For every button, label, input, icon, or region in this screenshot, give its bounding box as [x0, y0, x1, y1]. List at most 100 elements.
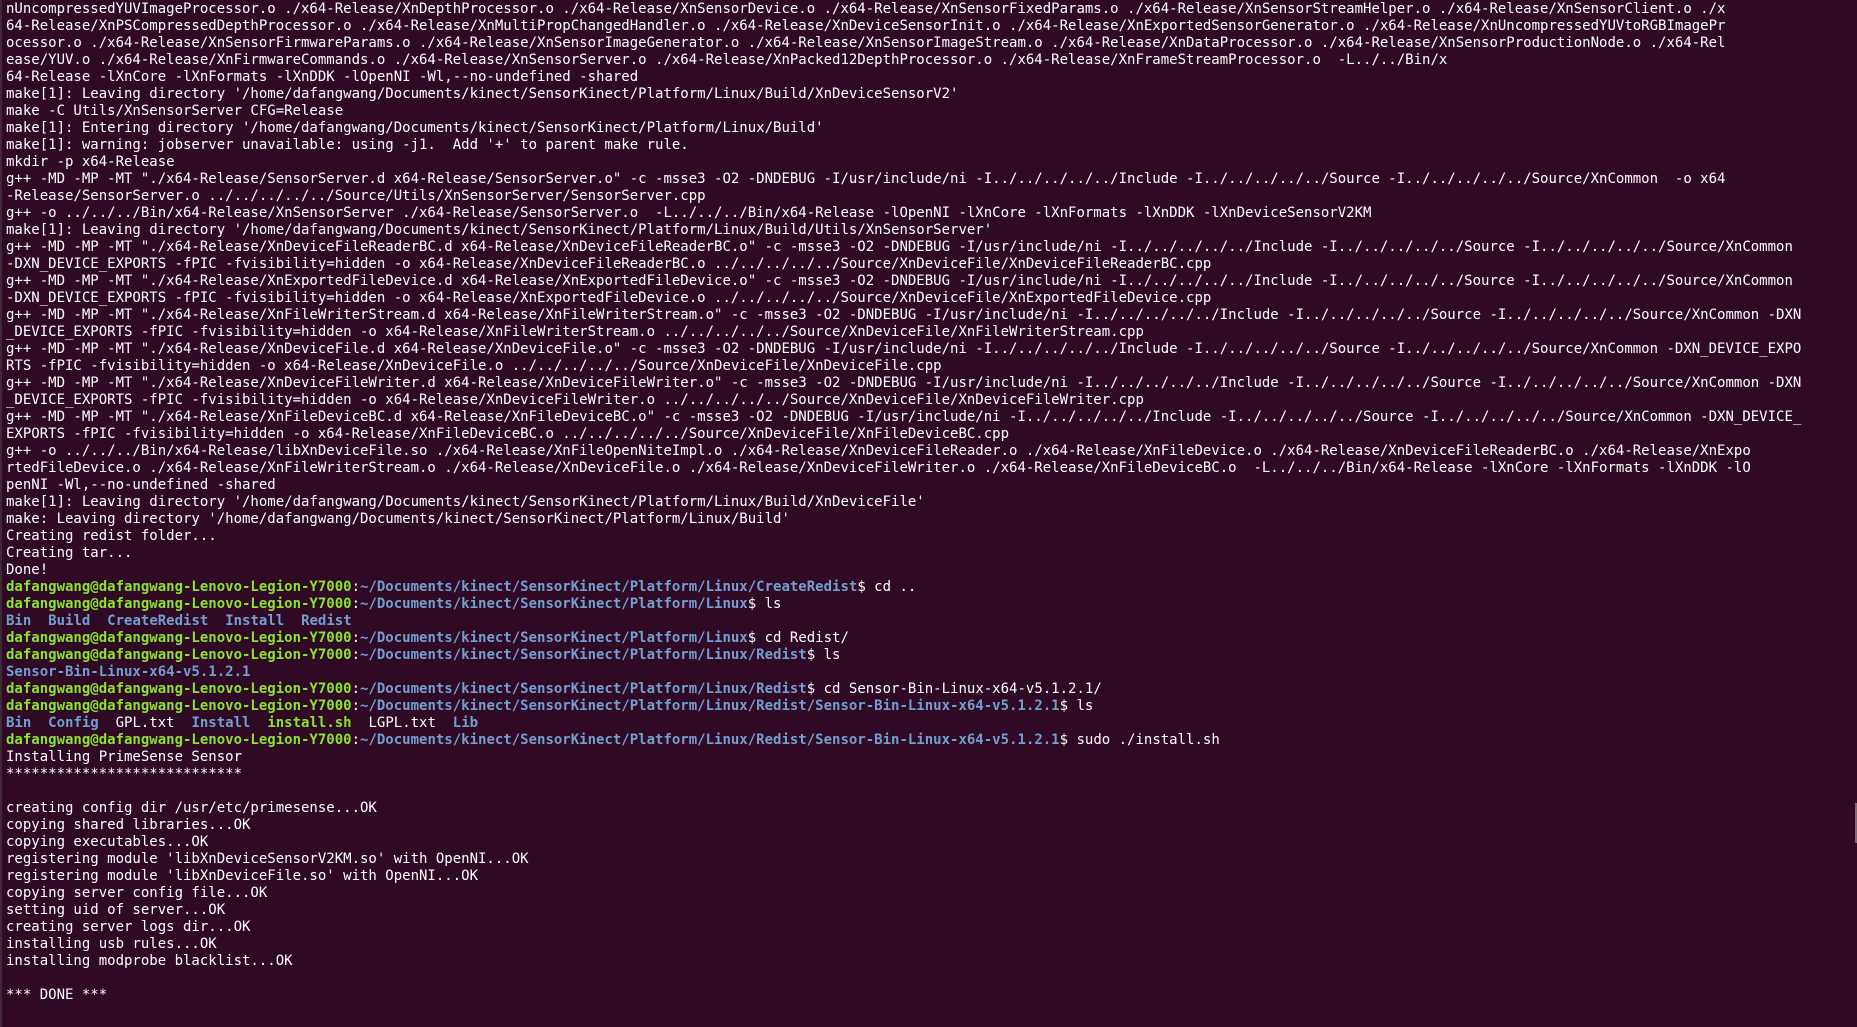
- terminal-line: installing modprobe blacklist...OK: [6, 953, 1857, 970]
- terminal-line: make[1]: Entering directory '/home/dafan…: [6, 120, 1857, 137]
- terminal-line: installing usb rules...OK: [6, 936, 1857, 953]
- terminal-line: make[1]: Leaving directory '/home/dafang…: [6, 86, 1857, 103]
- terminal-line: 64-Release/XnPSCompressedDepthProcessor.…: [6, 18, 1857, 35]
- output-text: mkdir -p x64-Release: [6, 154, 175, 170]
- terminal-line: dafangwang@dafangwang-Lenovo-Legion-Y700…: [6, 596, 1857, 613]
- output-text: rtedFileDevice.o ./x64-Release/XnFileWri…: [6, 460, 1751, 476]
- output-text: registering module 'libXnDeviceFile.so' …: [6, 868, 479, 884]
- output-text: $ ls: [806, 647, 841, 663]
- prompt-user-host: dafangwang@dafangwang-Lenovo-Legion-Y700…: [6, 732, 352, 748]
- output-text: make[1]: Entering directory '/home/dafan…: [6, 120, 824, 136]
- output-text: _DEVICE_EXPORTS -fPIC -fvisibility=hidde…: [6, 324, 1144, 340]
- output-text: installing usb rules...OK: [6, 936, 217, 952]
- terminal-line: g++ -MD -MP -MT "./x64-Release/XnDeviceF…: [6, 341, 1857, 358]
- terminal-line: Installing PrimeSense Sensor: [6, 749, 1857, 766]
- terminal-window[interactable]: nUncompressedYUVImageProcessor.o ./x64-R…: [0, 0, 1857, 1027]
- terminal-line: rtedFileDevice.o ./x64-Release/XnFileWri…: [6, 460, 1857, 477]
- terminal-output[interactable]: nUncompressedYUVImageProcessor.o ./x64-R…: [6, 1, 1857, 1004]
- output-text: g++ -o ../../../Bin/x64-Release/XnSensor…: [6, 205, 1372, 221]
- terminal-line: make[1]: warning: jobserver unavailable:…: [6, 137, 1857, 154]
- output-text: make[1]: Leaving directory '/home/dafang…: [6, 494, 925, 510]
- prompt-user-host: dafangwang@dafangwang-Lenovo-Legion-Y700…: [6, 579, 352, 595]
- output-text: penNI -Wl,--no-undefined -shared: [6, 477, 276, 493]
- output-text: GPL.txt: [98, 715, 192, 731]
- terminal-line: ****************************: [6, 766, 1857, 783]
- output-text: $ cd Sensor-Bin-Linux-x64-v5.1.2.1/: [806, 681, 1102, 697]
- output-text: 64-Release -lXnCore -lXnFormats -lXnDDK …: [6, 69, 639, 85]
- terminal-line: dafangwang@dafangwang-Lenovo-Legion-Y700…: [6, 647, 1857, 664]
- directory-entry: Bin: [6, 715, 32, 731]
- terminal-line: -DXN_DEVICE_EXPORTS -fPIC -fvisibility=h…: [6, 256, 1857, 273]
- terminal-line: dafangwang@dafangwang-Lenovo-Legion-Y700…: [6, 630, 1857, 647]
- output-text: :: [351, 698, 361, 714]
- terminal-line: g++ -o ../../../Bin/x64-Release/libXnDev…: [6, 443, 1857, 460]
- output-text: Creating redist folder...: [6, 528, 217, 544]
- terminal-line: make[1]: Leaving directory '/home/dafang…: [6, 222, 1857, 239]
- prompt-path: ~/Documents/kinect/SensorKinect/Platform…: [360, 596, 748, 612]
- output-text: installing modprobe blacklist...OK: [6, 953, 293, 969]
- directory-entry: Bin: [6, 613, 32, 629]
- terminal-line: Done!: [6, 562, 1857, 579]
- output-text: g++ -MD -MP -MT "./x64-Release/XnFileWri…: [6, 307, 1802, 323]
- output-text: g++ -MD -MP -MT "./x64-Release/XnDeviceF…: [6, 375, 1802, 391]
- terminal-line: dafangwang@dafangwang-Lenovo-Legion-Y700…: [6, 698, 1857, 715]
- output-text: g++ -MD -MP -MT "./x64-Release/XnExporte…: [6, 273, 1793, 289]
- output-text: Installing PrimeSense Sensor: [6, 749, 243, 765]
- terminal-line: g++ -MD -MP -MT "./x64-Release/XnFileWri…: [6, 307, 1857, 324]
- directory-entry: Lib: [452, 715, 479, 731]
- prompt-user-host: dafangwang@dafangwang-Lenovo-Legion-Y700…: [6, 630, 352, 646]
- output-text: $ cd ..: [857, 579, 917, 595]
- output-text: :: [351, 579, 361, 595]
- prompt-path: ~/Documents/kinect/SensorKinect/Platform…: [360, 681, 807, 697]
- output-text: g++ -MD -MP -MT "./x64-Release/XnFileDev…: [6, 409, 1802, 425]
- terminal-line: make -C Utils/XnSensorServer CFG=Release: [6, 103, 1857, 120]
- prompt-path: ~/Documents/kinect/SensorKinect/Platform…: [360, 630, 748, 646]
- terminal-line: dafangwang@dafangwang-Lenovo-Legion-Y700…: [6, 681, 1857, 698]
- output-text: *** DONE ***: [6, 987, 108, 1003]
- directory-entry: Config: [48, 715, 99, 731]
- output-text: :: [351, 647, 361, 663]
- output-text: g++ -MD -MP -MT "./x64-Release/SensorSer…: [6, 171, 1726, 187]
- directory-entry: Redist: [301, 613, 352, 629]
- output-text: ease/YUV.o ./x64-Release/XnFirmwareComma…: [6, 52, 1448, 68]
- terminal-line: ocessor.o ./x64-Release/XnSensorFirmware…: [6, 35, 1857, 52]
- terminal-line: ease/YUV.o ./x64-Release/XnFirmwareComma…: [6, 52, 1857, 69]
- terminal-line: -DXN_DEVICE_EXPORTS -fPIC -fvisibility=h…: [6, 290, 1857, 307]
- terminal-line: registering module 'libXnDeviceFile.so' …: [6, 868, 1857, 885]
- terminal-line: creating config dir /usr/etc/primesense.…: [6, 800, 1857, 817]
- terminal-line: Bin Config GPL.txt Install install.sh LG…: [6, 715, 1857, 732]
- prompt-path: ~/Documents/kinect/SensorKinect/Platform…: [360, 732, 1060, 748]
- output-text: copying server config file...OK: [6, 885, 268, 901]
- output-text: :: [351, 630, 361, 646]
- output-text: nUncompressedYUVImageProcessor.o ./x64-R…: [6, 1, 1726, 17]
- output-text: registering module 'libXnDeviceSensorV2K…: [6, 851, 529, 867]
- terminal-line: copying executables...OK: [6, 834, 1857, 851]
- output-text: EXPORTS -fPIC -fvisibility=hidden -o x64…: [6, 426, 1010, 442]
- terminal-line: mkdir -p x64-Release: [6, 154, 1857, 171]
- output-text: ocessor.o ./x64-Release/XnSensorFirmware…: [6, 35, 1726, 51]
- terminal-line: dafangwang@dafangwang-Lenovo-Legion-Y700…: [6, 732, 1857, 749]
- prompt-user-host: dafangwang@dafangwang-Lenovo-Legion-Y700…: [6, 681, 352, 697]
- directory-entry: Install: [191, 715, 251, 731]
- output-text: $ cd Redist/: [747, 630, 849, 646]
- prompt-path: ~/Documents/kinect/SensorKinect/Platform…: [360, 579, 858, 595]
- output-text: :: [351, 681, 361, 697]
- terminal-line: copying server config file...OK: [6, 885, 1857, 902]
- output-text: Creating tar...: [6, 545, 133, 561]
- output-text: copying shared libraries...OK: [6, 817, 251, 833]
- terminal-line: Creating tar...: [6, 545, 1857, 562]
- output-text: LGPL.txt: [351, 715, 453, 731]
- terminal-line: *** DONE ***: [6, 987, 1857, 1004]
- output-text: g++ -MD -MP -MT "./x64-Release/XnDeviceF…: [6, 239, 1793, 255]
- terminal-line: 64-Release -lXnCore -lXnFormats -lXnDDK …: [6, 69, 1857, 86]
- output-text: make -C Utils/XnSensorServer CFG=Release: [6, 103, 344, 119]
- prompt-path: ~/Documents/kinect/SensorKinect/Platform…: [360, 698, 1060, 714]
- terminal-line: dafangwang@dafangwang-Lenovo-Legion-Y700…: [6, 579, 1857, 596]
- terminal-line: creating server logs dir...OK: [6, 919, 1857, 936]
- output-text: -Release/SensorServer.o ../../../../../S…: [6, 188, 706, 204]
- output-text: $ ls: [1059, 698, 1094, 714]
- output-text: make: Leaving directory '/home/dafangwan…: [6, 511, 790, 527]
